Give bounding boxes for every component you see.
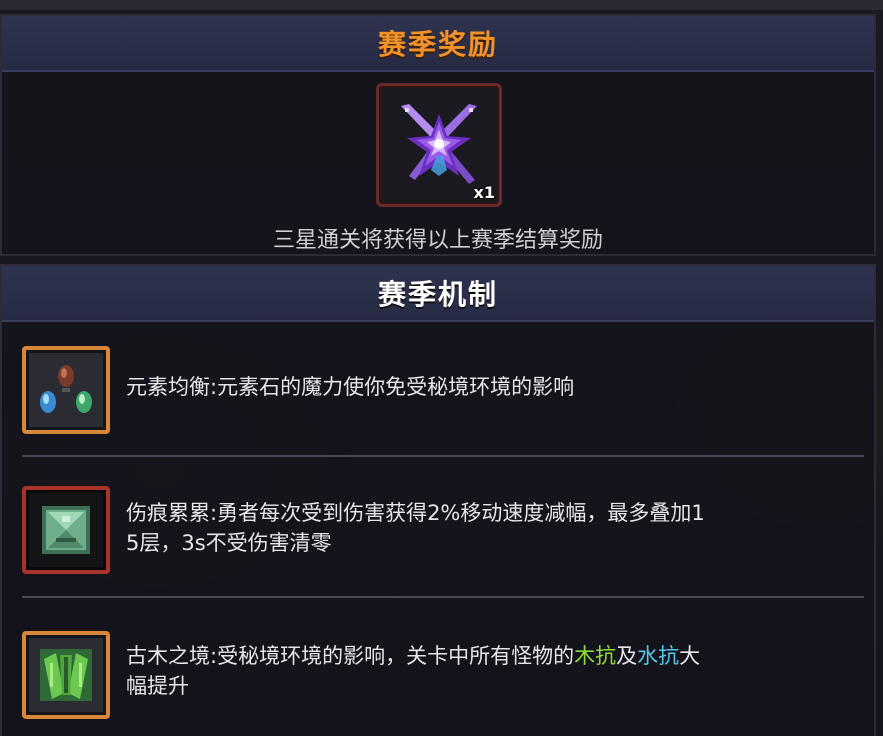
season-rewards-header: 赛季奖励	[2, 16, 874, 72]
mechanic-icon-slot[interactable]	[22, 346, 110, 434]
mechanic-text-line: 伤痕累累:勇者每次受到伤害获得2%移动速度减幅，最多叠加1	[126, 501, 705, 525]
reward-quantity: x1	[473, 183, 495, 202]
mechanic-text: 伤痕累累:勇者每次受到伤害获得2%移动速度减幅，最多叠加1 5层，3s不受伤害清…	[126, 498, 866, 558]
ancient-wood-leaf-icon	[40, 649, 92, 701]
mechanic-icon-slot[interactable]	[22, 486, 110, 574]
top-strip	[0, 0, 883, 10]
season-mechanics-header: 赛季机制	[2, 266, 874, 322]
reward-item-slot[interactable]: x1	[376, 83, 502, 207]
elemental-stones-icon	[40, 365, 92, 413]
mechanic-text-suffix: 大	[679, 644, 701, 668]
mechanic-text-conjunction: 及	[616, 644, 638, 668]
season-rewards-title: 赛季奖励	[377, 28, 498, 61]
mechanic-text-prefix: 古木之境:受秘境环境的影响，关卡中所有怪物的	[126, 644, 575, 668]
mechanic-text-line: 幅提升	[126, 674, 189, 698]
mechanic-text-line: 古木之境:受秘境环境的影响，关卡中所有怪物的木抗及水抗大	[126, 641, 866, 671]
mechanic-text: 元素均衡:元素石的魔力使你免受秘境环境的影响	[126, 375, 575, 399]
mechanic-text-line: 5层，3s不受伤害清零	[126, 531, 332, 555]
reward-note: 三星通关将获得以上赛季结算奖励	[272, 228, 603, 253]
season-mechanics-panel: 赛季机制 元素均衡:元素石的魔力使你免受秘境环境的影响 伤痕累累:勇者每次受到伤…	[0, 264, 876, 736]
mechanic-icon-slot[interactable]	[22, 631, 110, 719]
mechanic-text: 古木之境:受秘境环境的影响，关卡中所有怪物的木抗及水抗大 幅提升	[126, 641, 866, 701]
season-mechanics-title: 赛季机制	[377, 278, 498, 311]
divider	[22, 596, 864, 598]
divider	[22, 455, 864, 457]
season-rewards-panel: 赛季奖励 x1 三星通关将获得以上赛季结算奖励	[0, 14, 876, 256]
purple-crystal-star-shuriken-icon	[401, 104, 477, 184]
water-resist-highlight: 水抗	[637, 644, 680, 668]
wood-resist-highlight: 木抗	[574, 644, 617, 668]
wound-stack-icon	[42, 506, 90, 554]
